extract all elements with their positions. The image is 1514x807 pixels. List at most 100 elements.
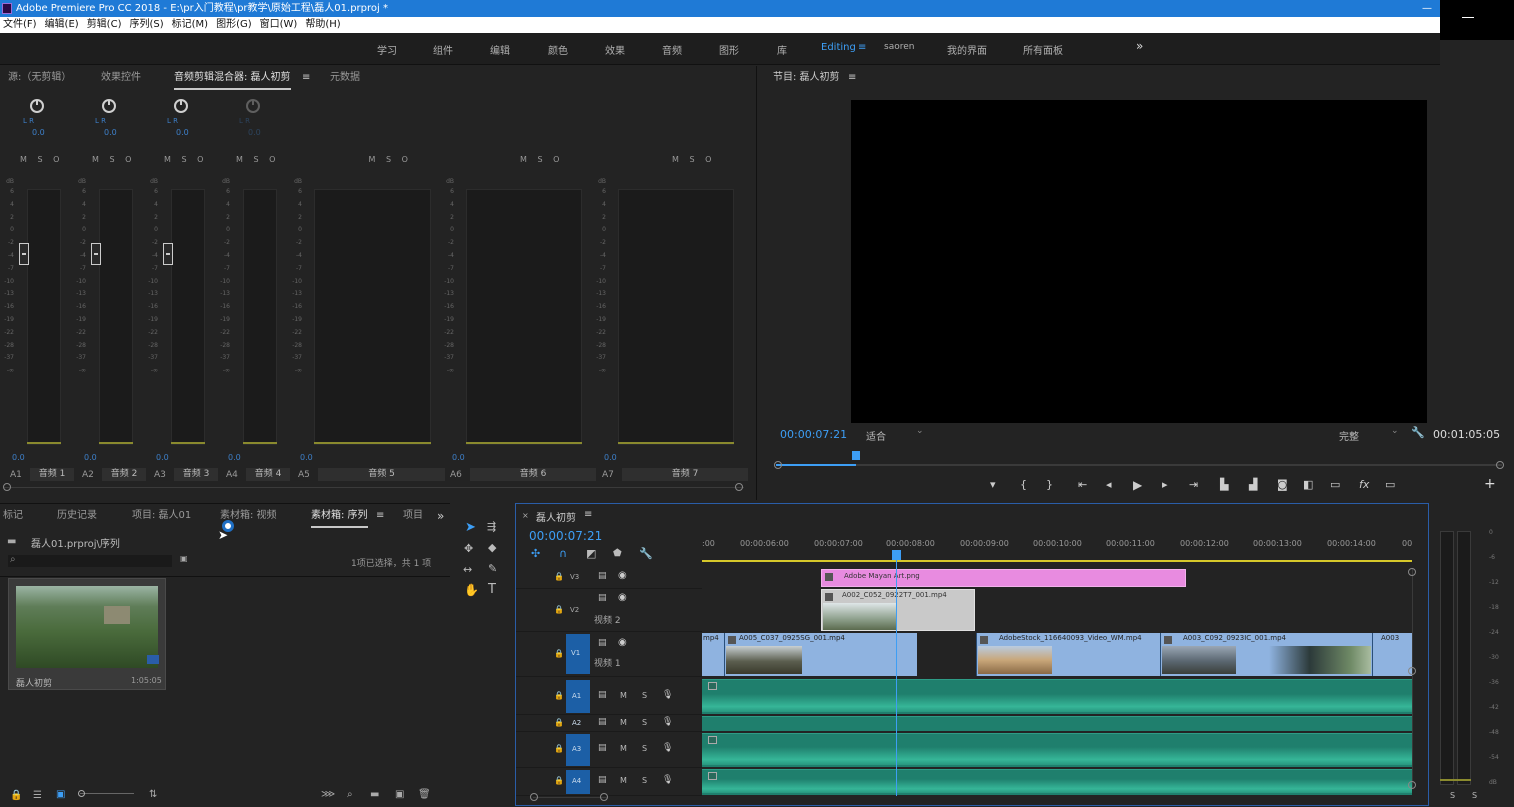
fit-dropdown-icon[interactable]: ⌄: [916, 426, 924, 436]
list-view-icon[interactable]: ☰: [33, 790, 42, 801]
workspace-mine[interactable]: 我的界面: [947, 42, 987, 57]
toggle-sync-icon[interactable]: ▤: [598, 717, 607, 727]
mic-icon[interactable]: 🎙: [662, 717, 673, 727]
quality-dropdown-icon[interactable]: ⌄: [1391, 426, 1399, 436]
vscroll-handle-top[interactable]: [1408, 568, 1416, 576]
channel-name[interactable]: 音频 1: [30, 468, 74, 481]
menu-marker[interactable]: 标记(M): [169, 17, 213, 33]
minimize-icon[interactable]: —: [1422, 0, 1432, 17]
program-timecode[interactable]: 00:00:07:21: [780, 428, 847, 441]
toggle-sync-icon[interactable]: ▤: [598, 638, 607, 648]
timeline-settings-icon[interactable]: 🔧: [639, 547, 653, 560]
mark-in-icon[interactable]: {: [1020, 478, 1027, 491]
toggle-sync-icon[interactable]: ▤: [598, 593, 607, 603]
pan-value[interactable]: 0.0: [248, 128, 261, 137]
channel-name[interactable]: 音频 7: [622, 468, 748, 481]
solo-button[interactable]: S: [642, 776, 647, 785]
horizontal-scrollbar[interactable]: [533, 797, 607, 798]
workspace-libraries[interactable]: 库: [777, 42, 787, 57]
eye-icon[interactable]: ◉: [618, 637, 627, 648]
quality-select[interactable]: 完整: [1339, 428, 1359, 443]
new-bin-icon[interactable]: ▬: [370, 789, 379, 800]
tab-audio-mixer[interactable]: 音频剪辑混合器: 磊人初剪: [174, 68, 291, 90]
channel-name[interactable]: 音频 3: [174, 468, 218, 481]
pan-knob[interactable]: [102, 99, 116, 113]
wrench-icon[interactable]: 🔧: [1411, 426, 1425, 439]
new-bin-from-search-icon[interactable]: ▣: [180, 554, 188, 563]
type-tool-icon[interactable]: T: [488, 582, 496, 597]
trash-icon[interactable]: 🗑: [418, 789, 431, 800]
tab-metadata[interactable]: 元数据: [330, 66, 360, 90]
mute-solo-record-buttons[interactable]: M S O: [236, 155, 279, 164]
safe-margins-icon[interactable]: ▭: [1330, 478, 1340, 491]
vscroll-handle-mid[interactable]: [1408, 667, 1416, 675]
mixer-scrollbar[interactable]: [4, 487, 744, 488]
tab-project-more[interactable]: 项目: [403, 504, 423, 528]
mute-button[interactable]: M: [620, 744, 627, 753]
eye-icon[interactable]: ◉: [618, 570, 627, 581]
sort-icons-icon[interactable]: ⇅: [149, 789, 157, 800]
solo-button[interactable]: S: [642, 718, 647, 727]
workspace-overflow-icon[interactable]: »: [1136, 39, 1143, 53]
add-marker-icon[interactable]: ▾: [990, 478, 996, 491]
clip-a002[interactable]: A002_C052_0922T7_001.mp4: [821, 589, 975, 631]
toggle-sync-icon[interactable]: ▤: [598, 743, 607, 753]
workspace-assembly[interactable]: 组件: [433, 42, 453, 57]
timeline-menu-icon[interactable]: ≡: [584, 509, 592, 520]
toggle-sync-icon[interactable]: ▤: [598, 690, 607, 700]
tab-effect-controls[interactable]: 效果控件: [101, 66, 141, 90]
export-frame-icon[interactable]: ◙: [1277, 478, 1288, 491]
mute-solo-record-buttons[interactable]: M S O: [369, 155, 412, 164]
program-menu-icon[interactable]: ≡: [848, 66, 856, 90]
fx-icon[interactable]: fx: [1359, 478, 1369, 491]
bin-menu-icon[interactable]: ≡: [376, 504, 384, 528]
channel-name[interactable]: 音频 5: [318, 468, 445, 481]
lock-icon[interactable]: 🔒: [554, 744, 564, 753]
scrubber-start-handle[interactable]: [774, 461, 782, 469]
workspace-editing-active[interactable]: Editing: [821, 42, 856, 53]
snap-icon[interactable]: ∩: [559, 547, 567, 560]
solo-button[interactable]: S: [642, 744, 647, 753]
mute-button[interactable]: M: [620, 718, 627, 727]
ripple-edit-tool-icon[interactable]: ✥: [464, 542, 473, 555]
pan-knob[interactable]: [246, 99, 260, 113]
menu-file[interactable]: 文件(F): [0, 17, 42, 33]
track-select-tool-icon[interactable]: ⇶: [487, 520, 496, 533]
mute-button[interactable]: M: [620, 776, 627, 785]
lock-icon[interactable]: 🔒: [554, 605, 564, 614]
fit-select[interactable]: 适合: [866, 428, 886, 443]
hscroll-handle-right[interactable]: [600, 793, 608, 801]
menu-graphics[interactable]: 图形(G): [213, 17, 257, 33]
mic-icon[interactable]: 🎙: [662, 743, 673, 753]
go-to-out-icon[interactable]: ⇥: [1189, 478, 1198, 491]
workspace-effects[interactable]: 效果: [605, 42, 625, 57]
lock-icon[interactable]: 🔒: [554, 649, 564, 658]
linked-selection-icon[interactable]: ◩: [586, 547, 596, 560]
vscroll-handle-bottom[interactable]: [1408, 781, 1416, 789]
menu-sequence[interactable]: 序列(S): [126, 17, 168, 33]
tab-markers[interactable]: 标记: [3, 504, 23, 528]
workspace-menu-icon[interactable]: ≡: [858, 42, 866, 53]
mute-solo-record-buttons[interactable]: M S O: [520, 155, 563, 164]
channel-name[interactable]: 音频 2: [102, 468, 146, 481]
program-video-frame[interactable]: [851, 100, 1427, 423]
tab-bin-sequence[interactable]: 素材箱: 序列: [311, 506, 368, 528]
clip-mayan-art[interactable]: Adobe Mayan Art.png: [821, 569, 1186, 587]
menu-help[interactable]: 帮助(H): [302, 17, 345, 33]
program-scrubber[interactable]: [776, 464, 1502, 466]
mute-button[interactable]: M: [620, 691, 627, 700]
clip-adobestock[interactable]: AdobeStock_116640093_Video_WM.mp4: [976, 633, 1160, 676]
solo-left-button[interactable]: S: [1450, 791, 1455, 800]
lock-icon[interactable]: 🔒: [554, 718, 564, 727]
audio-clip-a4[interactable]: [702, 769, 1412, 795]
mute-solo-record-buttons[interactable]: M S O: [164, 155, 207, 164]
tab-history[interactable]: 历史记录: [57, 504, 97, 528]
workspace-graphics[interactable]: 图形: [719, 42, 739, 57]
clip-a003b[interactable]: A003: [1372, 633, 1412, 676]
menu-edit[interactable]: 编辑(E): [42, 17, 84, 33]
clip-a005[interactable]: A005_C037_0925SG_001.mp4: [724, 633, 917, 676]
step-back-icon[interactable]: ◂: [1106, 478, 1112, 491]
icon-view-icon[interactable]: ▣: [56, 789, 65, 800]
audio-clip-a1[interactable]: [702, 679, 1412, 714]
selection-tool-icon[interactable]: ➤: [465, 520, 476, 535]
